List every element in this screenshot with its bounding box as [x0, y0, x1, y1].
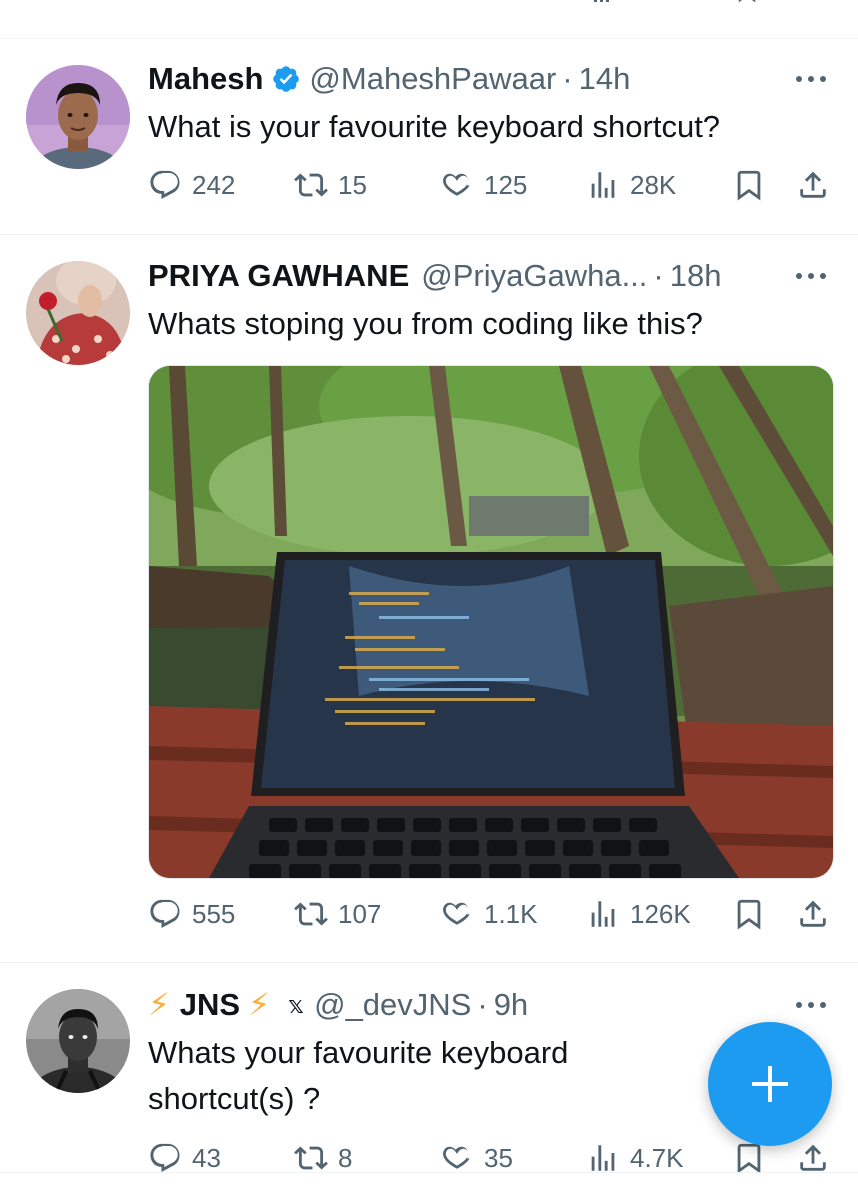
tweet-priya[interactable]: PRIYA GAWHANE @PriyaGawha... · 18h Whats…	[0, 235, 858, 963]
lightning-emoji: ⚡	[148, 987, 170, 1022]
views-icon	[586, 1141, 620, 1175]
reply-count: 555	[192, 898, 236, 929]
share-icon	[796, 1141, 830, 1175]
display-name[interactable]: PRIYA GAWHANE	[148, 258, 409, 294]
handle[interactable]: @MaheshPawaar	[309, 61, 556, 97]
repost-button[interactable]: 107	[294, 894, 381, 934]
view-count: 28K	[630, 169, 677, 200]
like-count: 1.1K	[484, 898, 538, 929]
view-count: 4.7K	[630, 1142, 684, 1173]
reply-button[interactable]: 555	[148, 894, 235, 934]
share-icon	[806, 0, 828, 4]
tweet-text: Whats stoping you from coding like this?	[148, 306, 703, 341]
like-button[interactable]: 125	[440, 165, 527, 205]
repost-icon	[294, 168, 328, 202]
separator: ·	[653, 258, 664, 293]
like-button[interactable]: 1.1K	[440, 894, 538, 934]
like-icon	[440, 897, 474, 931]
compose-button[interactable]	[708, 1022, 832, 1146]
bottom-divider	[0, 1172, 858, 1173]
repost-icon	[294, 897, 328, 931]
tweet-mahesh[interactable]: Mahesh @MaheshPawaar · 14h What is your …	[0, 39, 858, 235]
tweet-actions: 242 15 125 28K	[148, 165, 832, 205]
tweet-media-image[interactable]	[148, 365, 834, 879]
tweet-text: What is your favourite keyboard shortcut…	[148, 109, 721, 144]
repost-icon	[294, 1141, 328, 1175]
bookmark-button[interactable]	[732, 894, 776, 934]
bookmark-icon	[732, 1141, 766, 1175]
share-icon	[796, 168, 830, 202]
share-icon	[796, 897, 830, 931]
separator: ·	[562, 61, 573, 96]
more-icon[interactable]	[794, 1000, 828, 1010]
avatar[interactable]	[26, 65, 130, 169]
laptop-in-forest-photo	[149, 366, 833, 878]
reply-icon	[148, 168, 182, 202]
avatar[interactable]	[26, 261, 130, 365]
handle[interactable]: @PriyaGawha...	[421, 258, 647, 294]
lightning-emoji: ⚡	[248, 987, 270, 1022]
reply-icon	[148, 897, 182, 931]
like-count: 125	[484, 169, 528, 200]
view-count: 126K	[630, 898, 691, 929]
bookmark-button[interactable]	[732, 165, 776, 205]
timestamp[interactable]: 9h	[494, 987, 528, 1023]
tweet-header: PRIYA GAWHANE @PriyaGawha... · 18h	[148, 254, 721, 298]
reply-button[interactable]: 242	[148, 165, 235, 205]
reply-icon	[148, 1141, 182, 1175]
verified-badge-icon	[271, 64, 301, 94]
display-name[interactable]: Mahesh	[148, 61, 263, 97]
repost-button[interactable]: 15	[294, 165, 367, 205]
views-icon	[586, 168, 620, 202]
tweet-text-line-1: Whats your favourite keyboard	[148, 1035, 569, 1070]
timestamp[interactable]: 18h	[670, 258, 722, 294]
compose-plus-icon	[752, 1066, 788, 1102]
share-button[interactable]	[796, 165, 840, 205]
like-count: 35	[484, 1142, 513, 1173]
views-button[interactable]: 28K	[586, 165, 676, 205]
repost-count: 107	[338, 898, 382, 929]
reply-count: 242	[192, 169, 236, 200]
like-icon	[440, 1141, 474, 1175]
display-name[interactable]: JNS	[180, 987, 240, 1023]
tweet-text-line-2: shortcut(s) ?	[148, 1081, 321, 1116]
like-icon	[440, 168, 474, 202]
more-icon[interactable]	[794, 271, 828, 281]
views-icon	[594, 0, 609, 2]
previous-tweet-remnant	[0, 0, 858, 39]
reply-count: 43	[192, 1142, 221, 1173]
bookmark-icon	[738, 0, 756, 3]
share-button[interactable]	[796, 894, 840, 934]
avatar[interactable]	[26, 989, 130, 1093]
views-icon	[586, 897, 620, 931]
tweet-actions: 555 107 1.1K 126K	[148, 894, 832, 934]
views-button[interactable]: 126K	[586, 894, 691, 934]
timestamp[interactable]: 14h	[579, 61, 631, 97]
bookmark-icon	[732, 168, 766, 202]
handle[interactable]: @_devJNS	[314, 987, 471, 1023]
tweet-header: ⚡ JNS ⚡ 𝕩 @_devJNS · 9h	[148, 983, 528, 1027]
repost-count: 8	[338, 1142, 353, 1173]
more-icon[interactable]	[794, 74, 828, 84]
tweet-header: Mahesh @MaheshPawaar · 14h	[148, 57, 630, 101]
separator: ·	[477, 987, 488, 1022]
repost-count: 15	[338, 169, 367, 200]
bookmark-icon	[732, 897, 766, 931]
x-badge-icon: 𝕩	[287, 991, 305, 1019]
